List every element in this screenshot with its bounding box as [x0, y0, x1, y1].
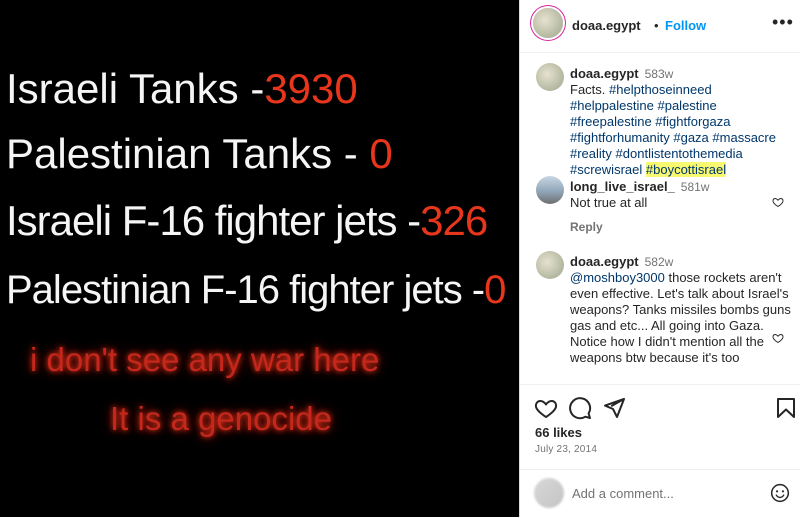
- image-text-line: It is a genocide: [110, 400, 332, 437]
- hashtag[interactable]: #fightforhumanity: [570, 130, 670, 145]
- post-date: July 23, 2014: [535, 444, 598, 455]
- more-options-icon[interactable]: •••: [772, 12, 794, 33]
- comment-username[interactable]: doaa.egypt: [570, 254, 639, 269]
- caption-text: doaa.egypt 583w Facts. #helpthoseinneed #…: [570, 66, 793, 178]
- reply-button[interactable]: Reply: [570, 220, 603, 234]
- comment-time: 582w: [644, 255, 674, 269]
- like-heart-icon[interactable]: [534, 396, 558, 420]
- hashtag[interactable]: #helpthoseinneed: [609, 82, 712, 97]
- comment-clip: doaa.egypt 582w @moshboy3000 those rocket…: [520, 250, 800, 385]
- image-text-line: i don't see any war here: [30, 341, 380, 378]
- image-text-line: Israeli Tanks -3930: [6, 65, 358, 112]
- comment-username[interactable]: long_live_israel_: [570, 179, 675, 194]
- comment-bubble-icon[interactable]: [568, 396, 592, 420]
- add-comment-input[interactable]: [572, 482, 752, 504]
- comment-text: doaa.egypt 582w @moshboy3000 those rocket…: [570, 254, 793, 366]
- image-text-line: Israeli F-16 fighter jets -326: [6, 197, 488, 244]
- hashtag[interactable]: #palestine: [657, 98, 716, 113]
- comment-text: long_live_israel_ 581w Not true at all: [570, 179, 793, 211]
- caption-time: 583w: [644, 67, 674, 81]
- author-username[interactable]: doaa.egypt: [572, 18, 641, 33]
- mention-link[interactable]: @moshboy3000: [570, 270, 665, 285]
- save-bookmark-icon[interactable]: [774, 396, 798, 420]
- likes-count[interactable]: 66 likes: [535, 425, 582, 440]
- image-text-line: Palestinian F-16 fighter jets -0: [6, 268, 506, 312]
- hashtag[interactable]: #massacre: [712, 130, 776, 145]
- hashtag[interactable]: #helppalestine: [570, 98, 654, 113]
- post-side-panel: doaa.egypt • Follow ••• doaa.egypt 583w F…: [519, 0, 800, 517]
- commenter-avatar[interactable]: [536, 176, 564, 204]
- follow-button[interactable]: Follow: [665, 18, 706, 33]
- caption-body: Facts.: [570, 82, 606, 97]
- hashtag[interactable]: #reality: [570, 146, 612, 161]
- comment: doaa.egypt 582w @moshboy3000 those rocket…: [520, 250, 800, 385]
- image-text-line: Palestinian Tanks - 0: [6, 130, 393, 177]
- post-actions: 66 likes July 23, 2014: [520, 384, 800, 517]
- post-image[interactable]: Israeli Tanks -3930 Palestinian Tanks - …: [0, 0, 519, 517]
- like-comment-icon[interactable]: [772, 332, 784, 344]
- hashtag[interactable]: #dontlistentothemedia: [616, 146, 743, 161]
- caption-avatar[interactable]: [536, 63, 564, 91]
- current-user-avatar: [534, 478, 564, 508]
- add-comment-bar: [520, 469, 800, 518]
- comment-body: Not true at all: [570, 195, 648, 210]
- hashtag[interactable]: #gaza: [673, 130, 708, 145]
- hashtag[interactable]: #freepalestine: [570, 114, 652, 129]
- emoji-icon[interactable]: [770, 483, 790, 503]
- separator-dot: •: [654, 18, 659, 33]
- author-avatar[interactable]: [533, 8, 563, 38]
- like-comment-icon[interactable]: [772, 196, 784, 208]
- caption-username[interactable]: doaa.egypt: [570, 66, 639, 81]
- post-header: doaa.egypt • Follow •••: [520, 0, 800, 53]
- caption: doaa.egypt 583w Facts. #helpthoseinneed #…: [520, 62, 800, 177]
- comment-time: 581w: [680, 180, 710, 194]
- share-send-icon[interactable]: [602, 396, 626, 420]
- commenter-avatar[interactable]: [536, 251, 564, 279]
- comment: long_live_israel_ 581w Not true at all Re…: [520, 175, 800, 235]
- hashtag[interactable]: #fightforgaza: [655, 114, 730, 129]
